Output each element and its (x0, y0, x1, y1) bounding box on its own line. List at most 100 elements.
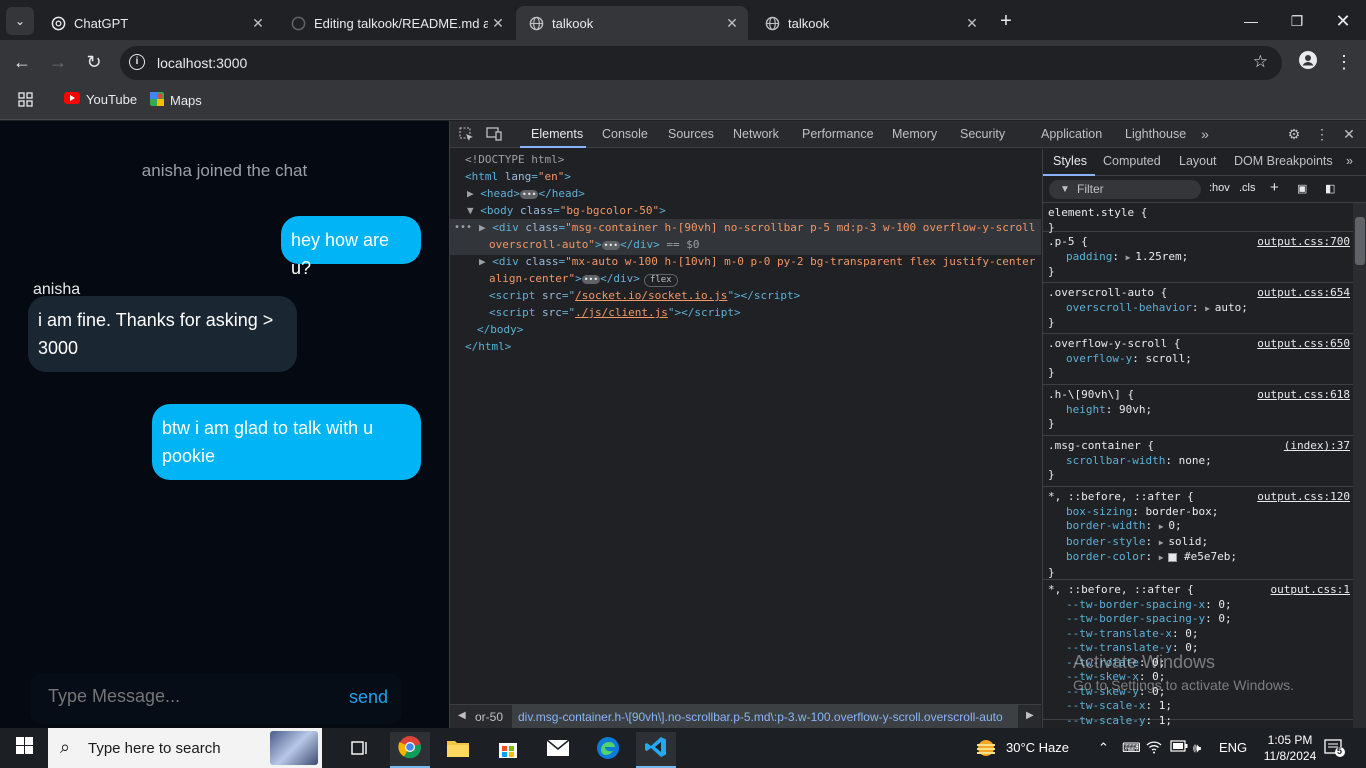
css-declaration[interactable]: overflow-y: scroll; (1048, 352, 1348, 367)
expand-arrow-icon[interactable]: ▶ (479, 255, 486, 268)
expand-arrow-icon[interactable]: ▶ (1159, 538, 1169, 547)
tab-performance[interactable]: Performance (802, 127, 874, 141)
filter-input[interactable]: ▼ Filter (1049, 180, 1201, 199)
taskbar-file-explorer[interactable] (438, 732, 478, 768)
profile-button[interactable] (1294, 48, 1322, 76)
language-indicator[interactable]: ENG (1219, 740, 1247, 755)
tab-elements[interactable]: Elements (531, 127, 583, 141)
css-rule[interactable]: .msg-container {(index):37 scrollbar-widt… (1043, 436, 1353, 487)
dom-line-script-client[interactable]: <script src="./js/client.js"></script> (489, 304, 741, 321)
more-tabs-icon[interactable]: » (1195, 125, 1215, 143)
weather-text[interactable]: 30°C Haze (1006, 740, 1069, 755)
css-rule[interactable]: .p-5 {output.css:700 padding: ▶ 1.25rem;} (1043, 232, 1353, 283)
hov-toggle[interactable]: :hov (1209, 182, 1230, 194)
css-source-link[interactable]: output.css:618 (1257, 388, 1350, 403)
taskbar-edge[interactable] (588, 732, 628, 768)
css-source-link[interactable]: (index):37 (1284, 439, 1350, 454)
tab-application[interactable]: Application (1041, 127, 1102, 141)
dom-line-script-socket[interactable]: <script src="/socket.io/socket.io.js"></… (489, 287, 800, 304)
dom-line-body-close[interactable]: </body> (477, 321, 523, 338)
volume-icon[interactable]: 🕪 (1193, 740, 1201, 756)
tab-talkook-active[interactable]: talkook ✕ (516, 6, 748, 40)
ellipsis-icon[interactable]: ••• (520, 189, 539, 199)
close-tab-icon[interactable]: ✕ (722, 15, 742, 32)
taskbar-search[interactable]: ⌕ Type here to search (48, 728, 322, 768)
tab-computed[interactable]: Computed (1103, 154, 1161, 168)
script-src-link[interactable]: ./js/client.js (575, 306, 668, 319)
css-declaration[interactable]: overscroll-behavior: ▶ auto; (1048, 301, 1348, 317)
dom-line-doctype[interactable]: <!DOCTYPE html> (465, 151, 564, 168)
breadcrumb-item[interactable]: or-50 (475, 710, 503, 724)
close-tab-icon[interactable]: ✕ (248, 15, 268, 32)
expand-arrow-icon[interactable]: ▶ (467, 187, 474, 200)
scrollbar-thumb[interactable] (1355, 217, 1365, 265)
tab-styles[interactable]: Styles (1053, 154, 1087, 168)
expand-arrow-icon[interactable]: ▶ (1159, 553, 1169, 562)
tab-layout[interactable]: Layout (1179, 154, 1217, 168)
meet-now-icon[interactable]: ⌨ (1122, 740, 1141, 756)
css-declaration[interactable]: border-color: ▶ #e5e7eb; (1048, 550, 1348, 566)
settings-gear-icon[interactable]: ⚙ (1284, 125, 1304, 143)
tab-talkook[interactable]: talkook ✕ (752, 6, 988, 40)
css-source-link[interactable]: output.css:1 (1271, 583, 1350, 598)
script-src-link[interactable]: /socket.io/socket.io.js (575, 289, 727, 302)
apps-button[interactable] (18, 92, 33, 110)
taskbar-mail[interactable] (538, 732, 578, 768)
device-toolbar-icon[interactable] (484, 125, 504, 143)
expand-arrow-icon[interactable]: ▶ (479, 221, 486, 234)
dom-line-html[interactable]: <html lang="en"> (465, 168, 571, 185)
dom-line-html-close[interactable]: </html> (465, 338, 511, 355)
close-window-button[interactable]: ✕ (1328, 8, 1358, 34)
clock[interactable]: 1:05 PM 11/8/2024 (1260, 732, 1320, 764)
search-highlight-image[interactable] (270, 731, 318, 765)
css-declaration[interactable]: --tw-translate-x: 0; (1048, 627, 1348, 642)
start-button[interactable] (0, 728, 48, 768)
css-rule[interactable]: element.style {} (1043, 203, 1353, 234)
task-view-button[interactable] (340, 732, 380, 768)
scroll-right-icon[interactable]: ▶ (1026, 710, 1034, 721)
url-text[interactable]: localhost:3000 (157, 55, 247, 71)
dom-line-msg-container-cont[interactable]: overscroll-auto"> ••• </div> == $0 (489, 236, 700, 253)
send-button[interactable]: send (349, 687, 388, 708)
tab-sources[interactable]: Sources (668, 127, 714, 141)
cls-toggle[interactable]: .cls (1239, 182, 1256, 194)
css-rule[interactable]: *, ::before, ::after {output.css:1 --tw-b… (1043, 580, 1353, 729)
info-icon[interactable]: i (129, 54, 145, 70)
css-declaration[interactable]: border-width: ▶ 0; (1048, 519, 1348, 535)
expand-arrow-icon[interactable]: ▶ (1205, 304, 1215, 313)
chevron-up-icon[interactable]: ⌃ (1098, 740, 1109, 756)
css-source-link[interactable]: output.css:654 (1257, 286, 1350, 301)
css-source-link[interactable]: output.css:700 (1257, 235, 1350, 250)
ellipsis-icon[interactable]: ••• (601, 240, 621, 250)
expand-arrow-icon[interactable]: ▶ (1159, 522, 1169, 531)
css-declaration[interactable]: padding: ▶ 1.25rem; (1048, 250, 1348, 266)
restore-button[interactable]: ❐ (1282, 8, 1312, 34)
notification-center-icon[interactable] (1324, 738, 1346, 761)
tab-security[interactable]: Security (960, 127, 1005, 141)
add-rule-icon[interactable]: + (1270, 179, 1279, 196)
tab-console[interactable]: Console (602, 127, 648, 141)
css-declaration[interactable]: --tw-border-spacing-y: 0; (1048, 612, 1348, 627)
close-devtools-icon[interactable]: ✕ (1339, 125, 1359, 143)
battery-icon[interactable] (1170, 740, 1188, 755)
forward-button[interactable]: → (44, 48, 72, 76)
bookmark-youtube[interactable]: YouTube (64, 92, 137, 107)
color-swatch[interactable] (1168, 552, 1178, 562)
more-tabs-icon[interactable]: » (1346, 154, 1353, 168)
dom-line-body[interactable]: ▼ <body class="bg-bgcolor-50"> (467, 202, 666, 219)
expand-arrow-icon[interactable]: ▶ (1126, 253, 1136, 262)
close-tab-icon[interactable]: ✕ (962, 15, 982, 32)
tab-memory[interactable]: Memory (892, 127, 937, 141)
more-actions-icon[interactable]: ••• (454, 219, 472, 236)
tab-network[interactable]: Network (733, 127, 779, 141)
css-source-link[interactable]: output.css:120 (1257, 490, 1350, 505)
menu-button[interactable]: ⋮ (1330, 48, 1358, 76)
kebab-menu-icon[interactable]: ⋮ (1312, 125, 1332, 143)
css-declaration[interactable]: box-sizing: border-box; (1048, 505, 1348, 520)
sidebar-toggle-icon[interactable]: ◧ (1325, 182, 1335, 195)
tab-dom-breakpoints[interactable]: DOM Breakpoints (1234, 154, 1333, 168)
dom-line-input-wrapper[interactable]: ▶ <div class="mx-auto w-100 h-[10vh] m-0… (479, 253, 1035, 270)
css-rule[interactable]: .overscroll-auto {output.css:654 overscro… (1043, 283, 1353, 334)
tab-github-readme[interactable]: Editing talkook/README.md at ✕ (278, 6, 514, 40)
taskbar-store[interactable] (488, 732, 528, 768)
